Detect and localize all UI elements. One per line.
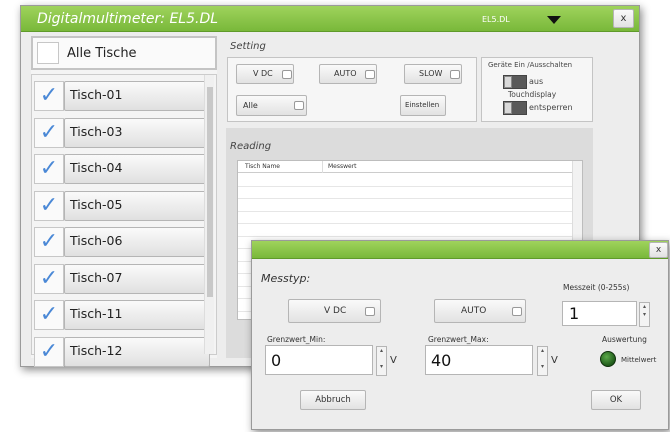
- main-titlebar: Digitalmultimeter: EL5.DL EL5.DL: [21, 6, 639, 32]
- status-indicator-icon: [600, 351, 616, 367]
- max-label: Grenzwert_Max:: [428, 335, 489, 344]
- dialog-mode-button[interactable]: V DC: [288, 299, 381, 323]
- einstellen-button[interactable]: Einstellen: [400, 95, 446, 116]
- mode-button[interactable]: V DC: [236, 64, 294, 84]
- table-row: [238, 210, 572, 212]
- tisch-button[interactable]: Tisch-06: [64, 227, 210, 257]
- spin-icon: [512, 307, 522, 316]
- tisch-panel: Alle Tische ✓ Tisch-01 ✓ Tisch-03 ✓ Tisch-04 ✓…: [31, 36, 217, 367]
- touch-state: entsperren: [529, 103, 573, 112]
- mittelwert-label: Mittelwert: [621, 356, 657, 364]
- header-divider: [322, 161, 323, 173]
- tisch-button[interactable]: Tisch-03: [64, 117, 210, 148]
- tisch-list: ✓ Tisch-01 ✓ Tisch-03 ✓ Tisch-04 ✓ Tisch-05 ✓ Tis…: [31, 74, 217, 367]
- filter-button[interactable]: Alle: [236, 95, 307, 116]
- messtyp-label: Messtyp:: [261, 272, 311, 285]
- table-header: Tisch Name Messwert: [238, 161, 572, 173]
- table-row: [238, 223, 572, 224]
- all-tables-box[interactable]: Alle Tische: [31, 36, 217, 70]
- power-label: Geräte Ein /Ausschalten: [488, 61, 573, 69]
- tisch-button[interactable]: Tisch-11: [64, 300, 210, 330]
- touch-label: Touchdisplay: [508, 90, 557, 99]
- table-row: [238, 198, 572, 199]
- all-tables-label: Alle Tische: [67, 46, 137, 61]
- window-title: Digitalmultimeter: EL5.DL: [37, 11, 219, 27]
- tisch-button[interactable]: Tisch-05: [64, 190, 210, 221]
- min-unit: V: [390, 355, 397, 366]
- tisch-checkbox[interactable]: ✓: [34, 263, 64, 294]
- tisch-checkbox[interactable]: ✓: [34, 81, 64, 111]
- spin-icon: [450, 70, 460, 79]
- min-label: Grenzwert_Min:: [267, 335, 326, 344]
- setting-box: V DC AUTO SLOW Alle Einstellen: [227, 57, 477, 122]
- tisch-button[interactable]: Tisch-07: [64, 263, 210, 294]
- reading-title: Reading: [230, 141, 272, 152]
- table-row: [238, 235, 572, 237]
- max-unit: V: [551, 355, 558, 366]
- col-messwert: Messwert: [328, 163, 357, 170]
- speed-button[interactable]: SLOW: [404, 64, 462, 84]
- device-control-box: Geräte Ein /Ausschalten aus Touchdisplay…: [481, 57, 593, 122]
- auswertung-label: Auswertung: [602, 335, 647, 344]
- messzeit-label: Messzeit (0-255s): [563, 283, 630, 292]
- ok-button[interactable]: OK: [591, 390, 641, 410]
- touch-toggle[interactable]: [503, 101, 527, 115]
- messzeit-stepper[interactable]: ▴ ▾: [639, 302, 650, 327]
- tisch-checkbox[interactable]: ✓: [34, 227, 64, 257]
- list-scrollbar[interactable]: [204, 75, 214, 354]
- min-stepper[interactable]: ▴ ▾: [376, 346, 387, 376]
- power-state: aus: [529, 77, 544, 86]
- close-icon: x: [620, 13, 627, 24]
- tisch-checkbox[interactable]: ✓: [34, 300, 64, 330]
- main-close-button[interactable]: x: [613, 9, 634, 28]
- messzeit-input[interactable]: 1: [562, 301, 637, 326]
- range-button[interactable]: AUTO: [319, 64, 377, 84]
- spin-icon: [365, 307, 375, 316]
- dialog-titlebar: [252, 241, 668, 259]
- dialog-range-button[interactable]: AUTO: [434, 299, 526, 323]
- max-input[interactable]: 40: [425, 345, 533, 375]
- tisch-button[interactable]: Tisch-01: [64, 81, 210, 111]
- spin-icon: [282, 70, 292, 79]
- min-input[interactable]: 0: [265, 345, 373, 375]
- table-row: [238, 185, 572, 187]
- tisch-checkbox[interactable]: ✓: [34, 336, 64, 367]
- spin-icon: [294, 101, 304, 110]
- abbruch-button[interactable]: Abbruch: [300, 390, 366, 410]
- power-toggle[interactable]: [503, 75, 527, 89]
- scrollbar-thumb[interactable]: [207, 87, 213, 297]
- tisch-button[interactable]: Tisch-12: [64, 336, 210, 367]
- all-tables-checkbox[interactable]: [37, 42, 59, 64]
- dialog-close-button[interactable]: x: [649, 242, 668, 258]
- max-stepper[interactable]: ▴ ▾: [537, 346, 548, 376]
- device-tag: EL5.DL: [482, 15, 510, 24]
- tisch-button[interactable]: Tisch-04: [64, 154, 210, 184]
- dropdown-arrow-icon[interactable]: [547, 16, 561, 24]
- col-tisch-name: Tisch Name: [245, 163, 280, 170]
- close-icon: x: [655, 245, 662, 255]
- setting-title: Setting: [230, 41, 266, 52]
- tisch-checkbox[interactable]: ✓: [34, 154, 64, 184]
- settings-dialog: x Messtyp: V DC AUTO Messzeit (0-255s) 1…: [251, 240, 669, 430]
- tisch-checkbox[interactable]: ✓: [34, 117, 64, 148]
- spin-icon: [365, 70, 375, 79]
- tisch-checkbox[interactable]: ✓: [34, 190, 64, 221]
